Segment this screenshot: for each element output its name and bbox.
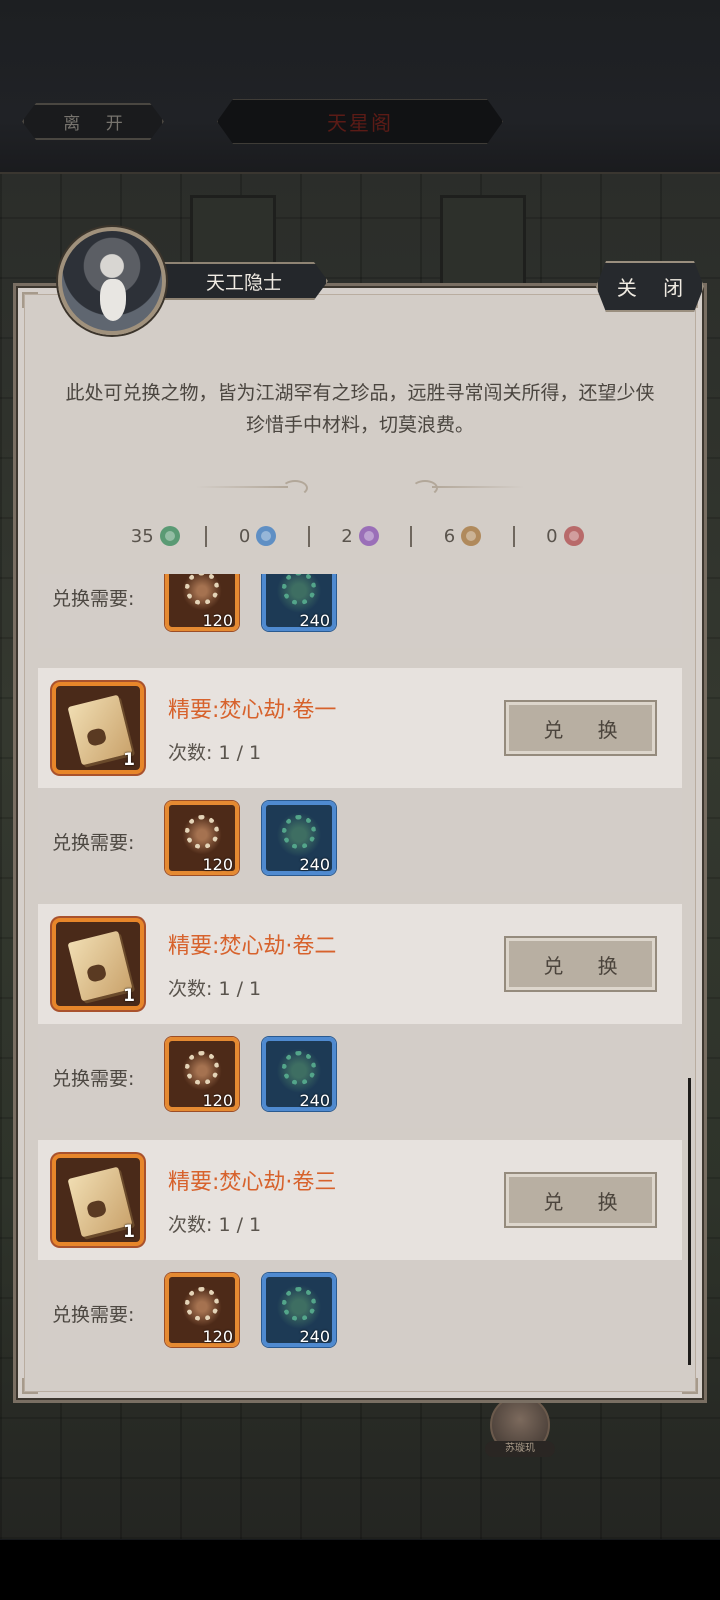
corner-ornament — [22, 292, 38, 308]
exchange-button[interactable]: 兑 换 — [504, 700, 657, 756]
npc-portrait — [58, 227, 166, 335]
currency-item: 35 — [105, 526, 205, 547]
jade-gear-icon[interactable]: 240 — [262, 801, 336, 875]
requirement-label: 兑换需要: — [52, 1304, 135, 1326]
leave-button[interactable]: 离 开 — [22, 103, 164, 140]
item-title: 精要:焚心劫·卷三 — [168, 1170, 337, 1195]
bronze-emblem-symbol — [185, 1051, 219, 1085]
exchange-list[interactable]: 兑换需要: 120 240 1 精要:焚心劫·卷一 次数: 1 / 1 兑 换 … — [38, 574, 682, 1369]
currency-item: 0 — [205, 525, 307, 547]
bronze-emblem-icon[interactable]: 120 — [165, 1273, 239, 1347]
currency-amount: 0 — [546, 525, 558, 547]
requirement-row: 兑换需要: 120 240 — [38, 574, 682, 648]
item-title: 精要:焚心劫·卷二 — [168, 934, 337, 959]
requirement-row: 兑换需要: 120 240 — [38, 1024, 682, 1128]
currency-item: 2 — [307, 525, 410, 547]
material-qty: 120 — [202, 855, 233, 874]
requirement-label: 兑换需要: — [52, 588, 135, 610]
item-qty: 1 — [123, 750, 135, 770]
material-qty: 240 — [299, 611, 330, 630]
currency-row: 35 0 2 6 0 — [105, 520, 615, 552]
material-qty: 240 — [299, 1327, 330, 1346]
red-gear-gem-icon — [563, 526, 584, 546]
count-value: 1 / 1 — [218, 978, 262, 1000]
corner-ornament — [682, 1378, 698, 1394]
close-button[interactable]: 关 闭 — [596, 261, 704, 312]
scrollbar[interactable] — [688, 1078, 691, 1365]
count-value: 1 / 1 — [218, 742, 262, 764]
material-qty: 240 — [299, 855, 330, 874]
material-qty: 120 — [202, 1091, 233, 1110]
jade-gear-symbol — [282, 1051, 316, 1085]
bottom-bar — [0, 1540, 720, 1600]
jade-gear-symbol — [282, 1287, 316, 1321]
jade-gear-icon[interactable]: 240 — [262, 574, 336, 631]
exchange-button[interactable]: 兑 换 — [504, 1172, 657, 1228]
description-text: 此处可兑换之物，皆为江湖罕有之珍品，远胜寻常闯关所得，还望少侠珍惜手中材料，切莫… — [65, 382, 655, 436]
background-character-name: 苏璇玑 — [485, 1441, 555, 1457]
top-bar: 离 开 天星阁 — [0, 0, 720, 174]
jade-gear-icon[interactable]: 240 — [262, 1037, 336, 1111]
bronze-emblem-symbol — [185, 574, 219, 605]
requirement-label: 兑换需要: — [52, 1068, 135, 1090]
manual-book-icon[interactable]: 1 — [52, 1154, 144, 1246]
divider-left — [196, 486, 288, 488]
currency-amount: 6 — [443, 525, 456, 547]
item-count: 次数: 1 / 1 — [168, 738, 261, 765]
manual-book-icon[interactable]: 1 — [52, 918, 144, 1010]
currency-item: 0 — [512, 525, 615, 547]
count-label: 次数: — [168, 742, 213, 764]
material-qty: 120 — [202, 611, 233, 630]
exchange-button[interactable]: 兑 换 — [504, 936, 657, 992]
requirement-row: 兑换需要: 120 240 — [38, 1260, 682, 1364]
bronze-gear-gem-icon — [461, 526, 482, 546]
npc-beard — [100, 279, 126, 321]
corner-ornament — [22, 1378, 38, 1394]
manual-book-icon[interactable]: 1 — [52, 682, 144, 774]
item-row: 1 精要:焚心劫·卷二 次数: 1 / 1 兑 换 — [38, 904, 682, 1024]
currency-amount: 35 — [130, 525, 154, 547]
divider-ornament — [412, 480, 438, 496]
green-gear-gem-icon — [159, 526, 180, 546]
jade-gear-symbol — [282, 574, 316, 605]
currency-amount: 2 — [341, 525, 353, 547]
material-qty: 120 — [202, 1327, 233, 1346]
divider-right — [432, 486, 524, 488]
item-row: 1 精要:焚心劫·卷一 次数: 1 / 1 兑 换 — [38, 668, 682, 788]
currency-amount: 0 — [238, 525, 251, 547]
item-row: 1 精要:焚心劫·卷三 次数: 1 / 1 兑 换 — [38, 1140, 682, 1260]
divider-ornament — [282, 480, 308, 496]
item-qty: 1 — [123, 1222, 135, 1242]
bronze-emblem-icon[interactable]: 120 — [165, 801, 239, 875]
item-qty: 1 — [123, 986, 135, 1006]
requirement-label: 兑换需要: — [52, 832, 135, 854]
count-label: 次数: — [168, 978, 213, 1000]
bronze-emblem-icon[interactable]: 120 — [165, 574, 239, 631]
background-window — [440, 195, 526, 286]
item-title: 精要:焚心劫·卷一 — [168, 698, 337, 723]
npc-name: 天工隐士 — [160, 262, 328, 300]
count-value: 1 / 1 — [218, 1214, 262, 1236]
bronze-emblem-symbol — [185, 815, 219, 849]
item-count: 次数: 1 / 1 — [168, 974, 261, 1001]
bronze-emblem-icon[interactable]: 120 — [165, 1037, 239, 1111]
item-count: 次数: 1 / 1 — [168, 1210, 261, 1237]
blue-gear-gem-icon — [256, 526, 277, 546]
jade-gear-symbol — [282, 815, 316, 849]
material-qty: 240 — [299, 1091, 330, 1110]
currency-item: 6 — [410, 525, 512, 547]
count-label: 次数: — [168, 1214, 213, 1236]
location-title: 天星阁 — [217, 99, 503, 144]
jade-gear-icon[interactable]: 240 — [262, 1273, 336, 1347]
requirement-row: 兑换需要: 120 240 — [38, 788, 682, 892]
bronze-emblem-symbol — [185, 1287, 219, 1321]
purple-gear-gem-icon — [358, 526, 379, 546]
